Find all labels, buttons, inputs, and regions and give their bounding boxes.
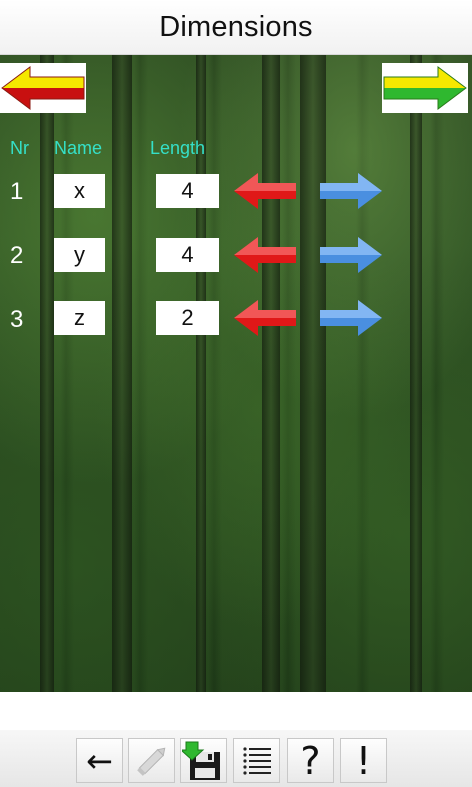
next-button[interactable]: [382, 63, 468, 113]
name-field[interactable]: z: [54, 301, 105, 335]
page-title: Dimensions: [159, 10, 313, 43]
back-arrow-icon: ←: [86, 741, 113, 780]
arrow-left-icon: [1, 66, 85, 110]
arrow-right-icon: [320, 237, 382, 273]
tree-trunk: [410, 55, 422, 692]
list-icon: [242, 746, 271, 775]
tree-trunk: [262, 55, 280, 692]
arrow-right-icon: [320, 300, 382, 336]
decrease-button[interactable]: [232, 235, 298, 275]
length-field[interactable]: 4: [156, 238, 219, 272]
arrow-left-icon: [234, 300, 296, 336]
name-field[interactable]: y: [54, 238, 105, 272]
increase-button[interactable]: [318, 171, 384, 211]
column-header-name: Name: [54, 138, 103, 158]
row-number: 1: [10, 178, 24, 205]
arrow-left-icon: [234, 173, 296, 209]
column-header-length: Length: [150, 138, 206, 158]
increase-button[interactable]: [318, 298, 384, 338]
decrease-button[interactable]: [232, 298, 298, 338]
length-field[interactable]: 4: [156, 174, 219, 208]
info-button[interactable]: !: [340, 738, 387, 783]
arrow-right-icon: [320, 173, 382, 209]
arrow-right-icon: [383, 66, 467, 110]
previous-button[interactable]: [0, 63, 86, 113]
question-mark-icon: ?: [300, 738, 321, 783]
help-button[interactable]: ?: [287, 738, 334, 783]
arrow-left-icon: [234, 237, 296, 273]
row-number: 2: [10, 242, 24, 269]
tree-trunk: [300, 55, 326, 692]
length-field[interactable]: 2: [156, 301, 219, 335]
save-disk-icon: [181, 741, 220, 780]
edit-button[interactable]: [128, 738, 175, 783]
tree-trunk: [112, 55, 132, 692]
exclamation-icon: !: [355, 738, 372, 783]
name-field[interactable]: x: [54, 174, 105, 208]
title-bar: Dimensions: [0, 0, 472, 55]
app-screen: Dimensions Nr Name Length 1 x 4 2 y 4 3 …: [0, 0, 472, 787]
decrease-button[interactable]: [232, 171, 298, 211]
save-button[interactable]: [180, 738, 227, 783]
increase-button[interactable]: [318, 235, 384, 275]
pencil-icon: [136, 747, 165, 776]
back-button[interactable]: ←: [76, 738, 123, 783]
list-button[interactable]: [233, 738, 280, 783]
tree-trunk: [40, 55, 54, 692]
row-number: 3: [10, 306, 24, 333]
column-header-nr: Nr: [10, 138, 29, 158]
